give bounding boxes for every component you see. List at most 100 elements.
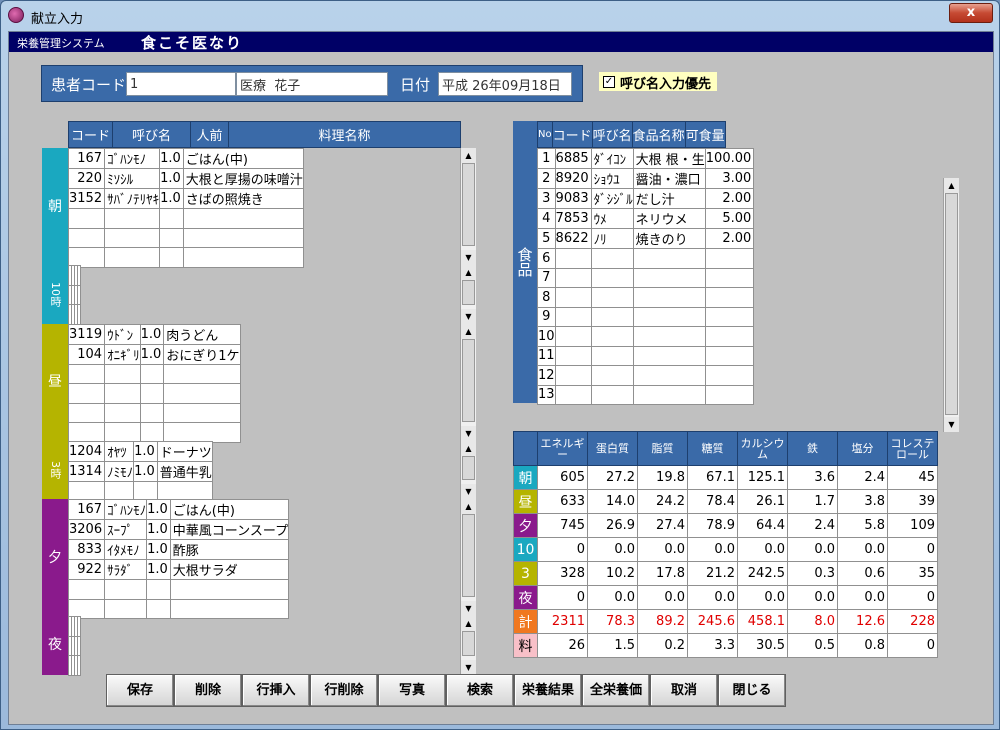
food-row[interactable]: 6: [537, 248, 755, 269]
meal-cell-nin[interactable]: 1.0: [146, 499, 171, 520]
food-cell-yobi[interactable]: ﾀﾞｼｼﾞﾙ: [590, 188, 634, 209]
meal-cell-yobi[interactable]: ｵﾆｷﾞﾘ: [104, 343, 141, 365]
food-cell-no[interactable]: 1: [537, 148, 556, 169]
scroll-up-icon[interactable]: ▲: [461, 616, 476, 631]
meal-row[interactable]: 1314 ﾉﾐﾓﾉ 1.0 普通牛乳: [67, 460, 213, 482]
food-cell-amt[interactable]: [704, 384, 755, 405]
meal-row[interactable]: [67, 480, 213, 501]
food-row[interactable]: 9: [537, 306, 755, 327]
meal-cell-code[interactable]: 3152: [67, 188, 106, 209]
search-button[interactable]: 検索: [446, 674, 514, 707]
scroll-up-icon[interactable]: ▲: [461, 499, 476, 514]
meal-cell-yobi[interactable]: ｵﾔﾂ: [104, 440, 135, 462]
scroll-down-icon[interactable]: ▼: [944, 417, 959, 432]
food-cell-name[interactable]: [632, 248, 706, 269]
scroll-thumb[interactable]: [945, 193, 958, 415]
food-row[interactable]: 11: [537, 345, 755, 366]
food-cell-amt[interactable]: [704, 306, 755, 327]
food-cell-no[interactable]: 6: [537, 248, 556, 269]
food-cell-name[interactable]: [632, 326, 706, 347]
food-cell-code[interactable]: [554, 287, 592, 308]
meal-cell-name[interactable]: [156, 480, 213, 501]
meal-row[interactable]: 3206 ｽｰﾌﾟ 1.0 中華風コーンスープ: [67, 519, 290, 540]
scroll-thumb[interactable]: [462, 455, 475, 480]
meal-row[interactable]: [68, 616, 81, 637]
food-cell-no[interactable]: 13: [537, 384, 556, 405]
food-row[interactable]: 7: [537, 267, 755, 288]
food-cell-code[interactable]: [554, 306, 592, 327]
cancel-button[interactable]: 取消: [650, 674, 718, 707]
meal-cell-yobi[interactable]: [104, 480, 135, 501]
delete-button[interactable]: 削除: [174, 674, 242, 707]
meal-cell-yobi[interactable]: ﾉﾐﾓﾉ: [104, 460, 135, 482]
meal-cell-yobi[interactable]: ｺﾞﾊﾝﾓﾉ: [104, 148, 161, 169]
meal-cell-name[interactable]: [77, 304, 81, 325]
meal-cell-name[interactable]: [163, 383, 241, 404]
priority-checkbox-row[interactable]: ✓ 呼び名入力優先: [599, 72, 718, 92]
meal-row[interactable]: [67, 363, 241, 384]
all-nutrition-button[interactable]: 全栄養価: [582, 674, 650, 707]
meal-row[interactable]: 922 ｻﾗﾀﾞ 1.0 大根サラダ: [67, 559, 290, 580]
food-cell-code[interactable]: [554, 365, 592, 386]
meal-section-scrollbar[interactable]: ▲ ▼: [460, 323, 476, 441]
food-row[interactable]: 1 6885 ﾀﾞｲｺﾝ 大根 根・生 100.00: [537, 148, 755, 169]
meal-cell-name[interactable]: ごはん(中): [182, 148, 304, 169]
food-cell-name[interactable]: [632, 345, 706, 366]
meal-cell-nin[interactable]: [139, 363, 165, 384]
meal-cell-name[interactable]: おにぎり1ケ: [163, 343, 241, 365]
meal-cell-yobi[interactable]: ｻﾗﾀﾞ: [104, 559, 148, 580]
food-cell-yobi[interactable]: [590, 384, 634, 405]
meal-cell-name[interactable]: [77, 284, 81, 305]
meal-cell-nin[interactable]: [159, 247, 184, 268]
meal-cell-code[interactable]: [67, 480, 106, 501]
meal-row[interactable]: [67, 227, 304, 248]
food-cell-name[interactable]: [632, 365, 706, 386]
meal-row[interactable]: [67, 598, 290, 619]
meal-cell-nin[interactable]: 1.0: [139, 323, 165, 345]
food-cell-yobi[interactable]: ﾉﾘ: [590, 228, 634, 249]
photo-button[interactable]: 写真: [378, 674, 446, 707]
meal-row[interactable]: 3119 ｳﾄﾞﾝ 1.0 肉うどん: [67, 323, 241, 345]
scroll-down-icon[interactable]: ▼: [461, 659, 476, 675]
meal-cell-code[interactable]: 104: [67, 343, 106, 365]
meal-cell-yobi[interactable]: [104, 363, 141, 384]
meal-cell-code[interactable]: [67, 383, 106, 404]
food-cell-yobi[interactable]: [590, 345, 634, 366]
food-cell-code[interactable]: 8920: [554, 168, 592, 189]
food-cell-yobi[interactable]: [590, 267, 634, 288]
food-cell-no[interactable]: 11: [537, 345, 556, 366]
patient-name-input[interactable]: [236, 72, 388, 96]
food-cell-code[interactable]: 9083: [554, 188, 592, 209]
meal-cell-code[interactable]: [67, 208, 106, 229]
meal-cell-code[interactable]: 1314: [67, 460, 106, 482]
food-cell-yobi[interactable]: [590, 248, 634, 269]
meal-cell-nin[interactable]: [146, 598, 171, 619]
scroll-down-icon[interactable]: ▼: [461, 484, 476, 499]
food-row[interactable]: 13: [537, 384, 755, 405]
meal-cell-name[interactable]: 大根と厚揚の味噌汁: [182, 168, 304, 189]
meal-row[interactable]: 3152 ｻﾊﾞﾉﾃﾘﾔｷ 1.0 さばの照焼き: [67, 188, 304, 209]
meal-cell-name[interactable]: ごはん(中): [169, 499, 290, 520]
food-cell-code[interactable]: [554, 345, 592, 366]
food-cell-no[interactable]: 8: [537, 287, 556, 308]
food-cell-amt[interactable]: [704, 267, 755, 288]
meal-cell-code[interactable]: 3119: [67, 323, 106, 345]
meal-cell-nin[interactable]: 1.0: [133, 460, 158, 482]
meal-cell-nin[interactable]: [139, 383, 165, 404]
scroll-up-icon[interactable]: ▲: [944, 178, 959, 193]
meal-cell-code[interactable]: 922: [67, 559, 106, 580]
meal-row[interactable]: [67, 383, 241, 404]
close-button[interactable]: 閉じる: [718, 674, 786, 707]
meal-cell-yobi[interactable]: ｽｰﾌﾟ: [104, 519, 148, 540]
meal-cell-nin[interactable]: 1.0: [146, 519, 171, 540]
food-cell-amt[interactable]: 5.00: [704, 208, 755, 229]
meal-cell-name[interactable]: [182, 247, 304, 268]
food-cell-name[interactable]: [632, 306, 706, 327]
meal-cell-name[interactable]: [77, 655, 81, 676]
meal-cell-nin[interactable]: 1.0: [146, 539, 171, 560]
meal-cell-name[interactable]: [169, 579, 290, 600]
meal-cell-code[interactable]: 220: [67, 168, 106, 189]
meal-section-scrollbar[interactable]: ▲ ▼: [460, 616, 476, 675]
meal-cell-nin[interactable]: 1.0: [159, 188, 184, 209]
food-row[interactable]: 4 7853 ｳﾒ ネリウメ 5.00: [537, 208, 755, 229]
